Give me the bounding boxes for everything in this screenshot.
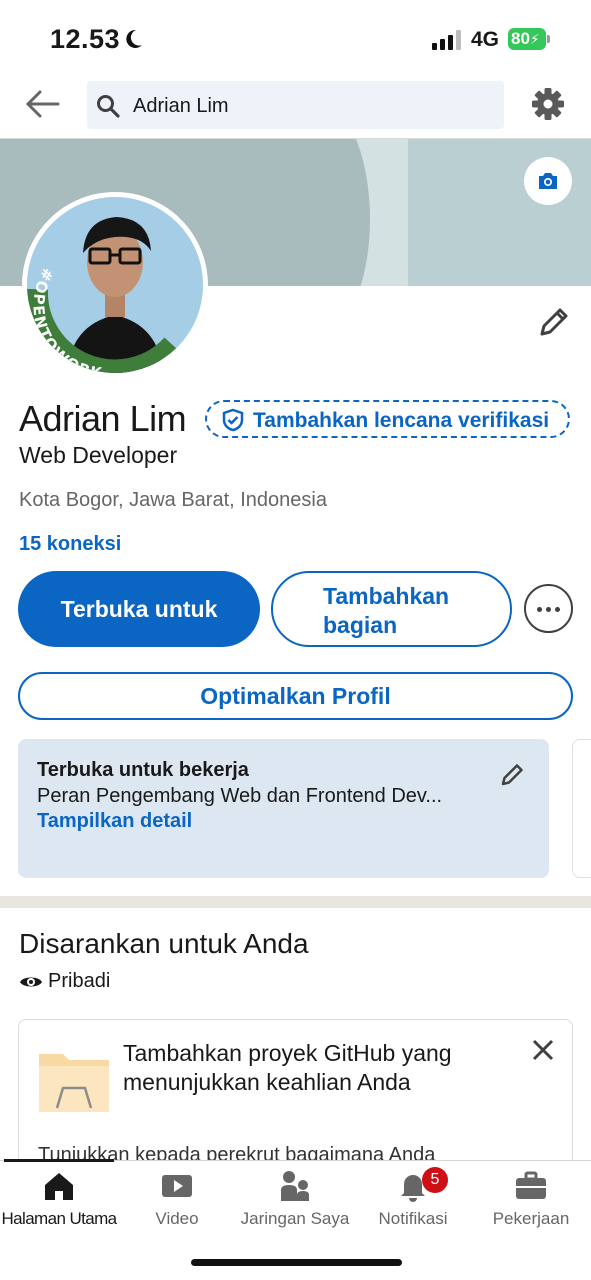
suggested-title: Disarankan untuk Anda xyxy=(19,928,309,959)
nav-video[interactable]: Video xyxy=(118,1169,236,1235)
gear-icon[interactable] xyxy=(531,87,565,121)
folder-illustration-icon xyxy=(39,1054,109,1112)
nav-jobs[interactable]: Pekerjaan xyxy=(472,1169,590,1235)
privacy-label: Pribadi xyxy=(48,970,111,992)
network-type: 4G xyxy=(471,28,500,51)
nav-label: Jaringan Saya xyxy=(240,1209,350,1228)
nav-label: Video xyxy=(155,1209,199,1228)
shield-icon xyxy=(222,408,244,432)
top-bar: Adrian Lim xyxy=(0,78,591,138)
back-arrow-icon[interactable] xyxy=(22,86,62,122)
close-icon[interactable] xyxy=(531,1038,555,1062)
profile-photo: #OPENTOWORK xyxy=(27,197,203,373)
optimize-profile-button[interactable]: Optimalkan Profil xyxy=(18,672,573,720)
add-section-label: Tambahkan bagian xyxy=(323,583,450,638)
connections-link[interactable]: 15 koneksi xyxy=(19,533,121,556)
active-tab-indicator xyxy=(4,1159,114,1162)
briefcase-icon xyxy=(516,1171,546,1199)
search-value: Adrian Lim xyxy=(133,95,229,117)
nav-network[interactable]: Jaringan Saya xyxy=(236,1169,354,1235)
network-icon xyxy=(281,1171,309,1201)
show-details-link[interactable]: Tampilkan detail xyxy=(37,810,192,833)
add-section-button[interactable]: Tambahkan bagian xyxy=(271,571,512,647)
suggestion-title: Tambahkan proyek GitHub yang menunjukkan… xyxy=(123,1040,452,1095)
moon-icon xyxy=(126,29,142,48)
search-icon xyxy=(97,95,120,118)
profile-location: Kota Bogor, Jawa Barat, Indonesia xyxy=(19,489,327,511)
signal-icon xyxy=(432,30,461,50)
battery-cap xyxy=(547,35,550,43)
status-bar: 12.53 4G 80⚡ xyxy=(0,0,591,78)
avatar[interactable]: #OPENTOWORK xyxy=(22,192,208,378)
cover-shape xyxy=(408,139,591,286)
more-options-button[interactable] xyxy=(524,584,573,633)
nav-home[interactable]: Halaman Utama xyxy=(0,1169,118,1235)
edit-cover-button[interactable] xyxy=(524,157,572,205)
battery-level: 80 xyxy=(511,29,530,48)
more-dot xyxy=(546,607,551,612)
more-dot xyxy=(537,607,542,612)
profile-name: Adrian Lim xyxy=(19,398,187,439)
status-time: 12.53 xyxy=(50,24,121,54)
nav-label: Notifikasi xyxy=(378,1209,448,1228)
charging-icon: ⚡ xyxy=(529,31,540,47)
cover-shape xyxy=(260,139,370,286)
open-to-work-card[interactable]: Terbuka untuk bekerja Peran Pengembang W… xyxy=(18,739,549,878)
pencil-icon[interactable] xyxy=(537,305,571,339)
home-indicator xyxy=(191,1259,402,1266)
camera-icon xyxy=(539,173,557,189)
nav-label: Halaman Utama xyxy=(1,1209,117,1228)
eye-icon xyxy=(20,977,42,987)
pencil-icon[interactable] xyxy=(500,763,524,787)
nav-notifications[interactable]: 5 Notifikasi xyxy=(354,1167,472,1235)
open-to-work-title: Terbuka untuk bekerja xyxy=(37,759,249,781)
profile-photo-image: #OPENTOWORK xyxy=(27,197,203,373)
section-divider xyxy=(0,896,591,908)
nav-label: Pekerjaan xyxy=(492,1209,570,1228)
open-to-work-roles: Peran Pengembang Web dan Frontend Dev... xyxy=(37,785,443,807)
open-to-button[interactable]: Terbuka untuk xyxy=(18,571,260,647)
add-verification-badge-button[interactable]: Tambahkan lencana verifikasi xyxy=(205,400,570,438)
profile-headline: Web Developer xyxy=(19,442,178,468)
suggestion-card[interactable]: Tambahkan proyek GitHub yang menunjukkan… xyxy=(18,1019,573,1179)
home-icon xyxy=(45,1173,73,1200)
video-icon xyxy=(162,1175,192,1197)
search-input[interactable]: Adrian Lim xyxy=(87,81,504,129)
verify-badge-label: Tambahkan lencana verifikasi xyxy=(253,409,550,432)
battery-indicator: 80⚡ xyxy=(508,28,546,50)
more-dot xyxy=(555,607,560,612)
notification-badge: 5 xyxy=(422,1167,448,1193)
next-card-peek[interactable] xyxy=(572,739,591,878)
